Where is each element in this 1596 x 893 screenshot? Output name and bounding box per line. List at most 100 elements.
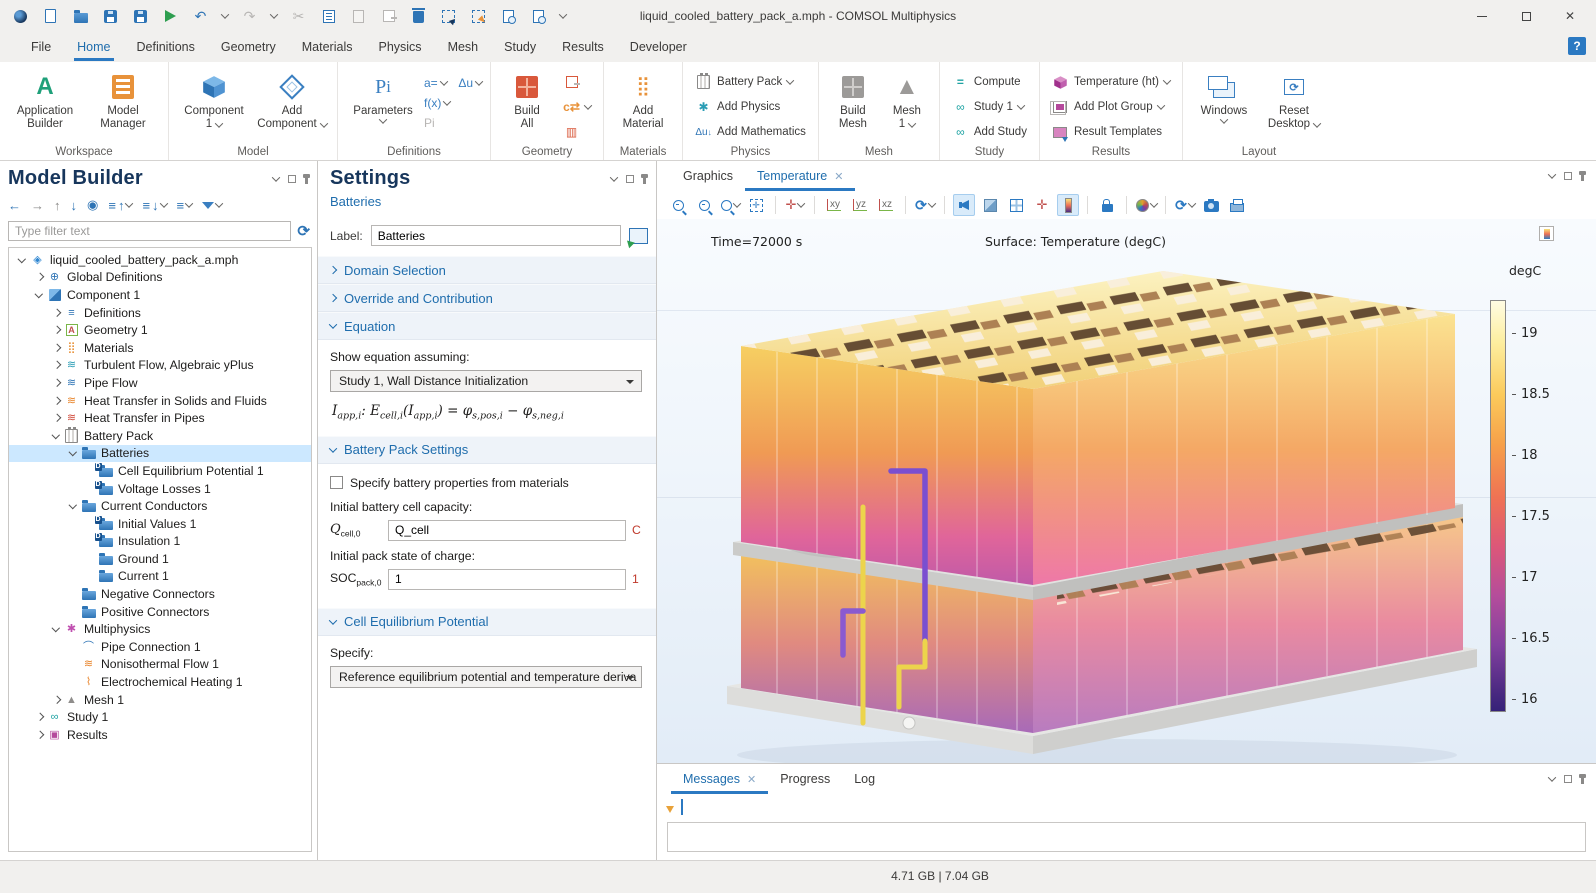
zoom-out-icon[interactable]	[693, 194, 715, 216]
transparency-icon[interactable]	[979, 194, 1001, 216]
parameters-button[interactable]: Pi Parameters	[346, 68, 420, 144]
section-battery-pack-settings[interactable]: Battery Pack Settings	[318, 436, 656, 464]
settings-menu-icon[interactable]	[610, 173, 618, 181]
view-yz-icon[interactable]: yz	[849, 194, 871, 216]
add-material-button[interactable]: ⣿ AddMaterial	[612, 68, 674, 144]
menu-home[interactable]: Home	[64, 32, 123, 62]
add-study-button[interactable]: ∞Add Study	[948, 121, 1031, 143]
tab-log[interactable]: Log	[842, 764, 887, 794]
settings-float-icon[interactable]	[626, 175, 634, 183]
nonlocal-couplings-button[interactable]: Δu	[458, 74, 482, 92]
specify-properties-checkbox[interactable]	[330, 476, 343, 489]
label-input[interactable]	[371, 225, 621, 246]
tree-item-cell-equilibrium-potential-1[interactable]: Cell Equilibrium Potential 1	[9, 462, 311, 480]
graphics-canvas[interactable]: Time=72000 s Surface: Temperature (degC)…	[657, 219, 1596, 763]
find-replace-icon[interactable]	[530, 8, 547, 25]
zoom-in-icon[interactable]	[667, 194, 689, 216]
section-equation[interactable]: Equation	[318, 312, 656, 340]
menu-geometry[interactable]: Geometry	[208, 32, 289, 62]
tab-close-icon[interactable]: ✕	[834, 170, 843, 183]
settings-pin-icon[interactable]	[643, 175, 646, 184]
show-axes-icon[interactable]: ✛	[1031, 194, 1053, 216]
tree-item-insulation-1[interactable]: Insulation 1	[9, 533, 311, 551]
menu-file[interactable]: File	[18, 32, 64, 62]
move-down-icon[interactable]: ↓	[71, 198, 78, 213]
color-legend-mini-icon[interactable]	[1539, 226, 1554, 241]
collapse-all-icon[interactable]: ≡↑	[108, 198, 132, 213]
model-builder-pin-icon[interactable]	[305, 175, 308, 184]
tree-item-voltage-losses-1[interactable]: Voltage Losses 1	[9, 480, 311, 498]
show-icon[interactable]: ◉	[87, 197, 98, 213]
component-1-button[interactable]: Component1	[177, 68, 251, 144]
scene-light-icon[interactable]	[953, 194, 975, 216]
equation-assumption-dropdown[interactable]: Study 1, Wall Distance Initialization	[330, 370, 642, 392]
tab-graphics[interactable]: Graphics	[671, 161, 745, 191]
result-templates-button[interactable]: Result Templates	[1048, 121, 1174, 143]
lock-view-icon[interactable]	[1096, 194, 1118, 216]
tree-item-ground-1[interactable]: Ground 1	[9, 550, 311, 568]
menu-study[interactable]: Study	[491, 32, 549, 62]
undo-dropdown-icon[interactable]	[221, 10, 229, 18]
show-legend-icon[interactable]	[1057, 194, 1079, 216]
add-physics-button[interactable]: ✱Add Physics	[691, 96, 810, 118]
maximize-button[interactable]	[1504, 0, 1548, 32]
study-1-button[interactable]: ∞Study 1	[948, 96, 1031, 118]
zoom-extents-icon[interactable]: ✛	[745, 194, 767, 216]
compute-button[interactable]: =Compute	[948, 71, 1031, 93]
open-in-window-icon[interactable]	[681, 800, 683, 814]
snapshot-icon[interactable]	[1200, 194, 1222, 216]
save-icon[interactable]	[102, 8, 119, 25]
run-icon[interactable]	[162, 8, 179, 25]
build-mesh-button[interactable]: BuildMesh	[827, 68, 879, 144]
graphics-float-icon[interactable]	[1564, 172, 1572, 180]
close-button[interactable]: ✕	[1548, 0, 1592, 32]
tree-item-pipe-connection-1[interactable]: ⌒Pipe Connection 1	[9, 638, 311, 656]
messages-float-icon[interactable]	[1564, 775, 1572, 783]
tree-item-mesh-1[interactable]: ▲Mesh 1	[9, 691, 311, 709]
menu-results[interactable]: Results	[549, 32, 617, 62]
section-domain-selection[interactable]: Domain Selection	[318, 256, 656, 284]
open-file-icon[interactable]	[72, 8, 89, 25]
tree-item-negative-connectors[interactable]: Negative Connectors	[9, 585, 311, 603]
filter-icon[interactable]	[202, 202, 222, 209]
soc-input[interactable]	[388, 569, 626, 590]
menu-physics[interactable]: Physics	[365, 32, 434, 62]
build-all-button[interactable]: BuildAll	[499, 68, 555, 144]
menu-mesh[interactable]: Mesh	[435, 32, 492, 62]
menu-materials[interactable]: Materials	[289, 32, 366, 62]
color-theme-icon[interactable]	[1135, 194, 1157, 216]
specify-dropdown[interactable]: Reference equilibrium potential and temp…	[330, 666, 642, 688]
add-plot-group-button[interactable]: Add Plot Group	[1048, 96, 1174, 118]
q-cell-input[interactable]	[388, 520, 626, 541]
tree-item-current-1[interactable]: Current 1	[9, 568, 311, 586]
tree-item-materials[interactable]: ⣿Materials	[9, 339, 311, 357]
tab-progress[interactable]: Progress	[768, 764, 842, 794]
tree-item-definitions[interactable]: ≡Definitions	[9, 304, 311, 322]
tree-item-electrochemical-heating-1[interactable]: ⌇Electrochemical Heating 1	[9, 673, 311, 691]
variables-button[interactable]: a=	[424, 74, 450, 92]
delete-icon[interactable]	[410, 8, 427, 25]
create-selection-button[interactable]	[629, 228, 648, 244]
tree-item-current-conductors[interactable]: Current Conductors	[9, 497, 311, 515]
windows-button[interactable]: Windows	[1191, 68, 1257, 144]
refresh-icon[interactable]: ⟳	[297, 222, 310, 240]
add-component-button[interactable]: AddComponent	[255, 68, 329, 144]
tree-item-nonisothermal-flow-1[interactable]: ≋Nonisothermal Flow 1	[9, 656, 311, 674]
tree-item-geometry-1[interactable]: AGeometry 1	[9, 321, 311, 339]
tree-item-initial-values-1[interactable]: Initial Values 1	[9, 515, 311, 533]
reset-desktop-button[interactable]: ⟳ ResetDesktop	[1261, 68, 1327, 144]
minimize-button[interactable]	[1460, 0, 1504, 32]
model-tree-nodes-icon[interactable]: ≡	[177, 198, 193, 213]
deselect-box-icon[interactable]	[470, 8, 487, 25]
save-as-icon[interactable]	[132, 8, 149, 25]
model-builder-menu-icon[interactable]	[272, 173, 280, 181]
tree-item-pipe-flow[interactable]: ≋Pipe Flow	[9, 374, 311, 392]
filter-input[interactable]	[8, 221, 291, 241]
tree-item-results[interactable]: ▣Results	[9, 726, 311, 744]
view-xz-icon[interactable]: xz	[875, 194, 897, 216]
new-file-icon[interactable]	[42, 8, 59, 25]
temperature-plot-button[interactable]: Temperature (ht)	[1048, 71, 1174, 93]
section-override-contribution[interactable]: Override and Contribution	[318, 284, 656, 312]
import-geometry-button[interactable]	[559, 71, 595, 93]
section-cell-equilibrium-potential[interactable]: Cell Equilibrium Potential	[318, 608, 656, 636]
